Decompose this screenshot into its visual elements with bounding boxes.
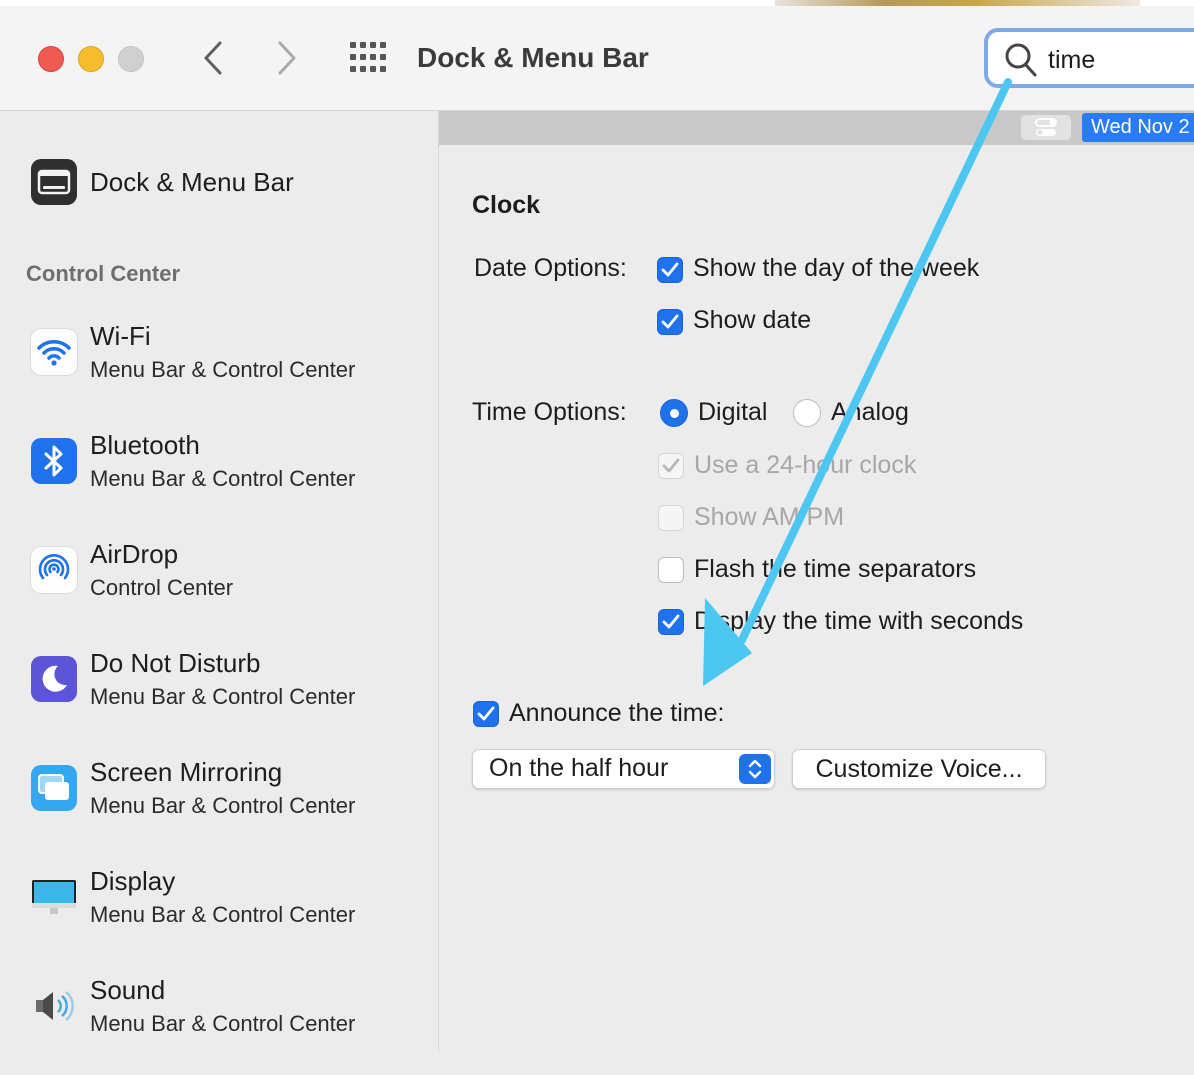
customize-voice-button[interactable]: Customize Voice...	[792, 749, 1046, 789]
checkmark-icon	[662, 458, 680, 473]
back-button[interactable]	[196, 38, 230, 78]
sidebar-item-sound[interactable]: Sound Menu Bar & Control Center	[0, 975, 438, 1075]
search-input[interactable]	[1048, 45, 1194, 75]
screen-mirroring-icon	[31, 765, 77, 811]
speaker-icon	[31, 983, 77, 1029]
sidebar-item-bluetooth[interactable]: Bluetooth Menu Bar & Control Center	[0, 430, 438, 530]
menu-bar-clock-preview: Wed Nov 2	[1082, 113, 1194, 142]
sidebar-item-title: Sound	[90, 975, 166, 1005]
sidebar-item-title: Screen Mirroring	[90, 757, 283, 787]
sidebar-item-subtitle: Menu Bar & Control Center	[90, 793, 356, 818]
control-center-icon	[1021, 115, 1071, 140]
digital-radio[interactable]	[660, 399, 688, 427]
sidebar-section-label: Control Center	[26, 261, 180, 286]
checkmark-icon	[477, 706, 495, 721]
search-icon	[1005, 43, 1037, 77]
sidebar-item-do-not-disturb[interactable]: Do Not Disturb Menu Bar & Control Center	[0, 648, 438, 748]
use-24-hour-label: Use a 24-hour clock	[694, 451, 917, 479]
airdrop-icon	[31, 547, 77, 593]
announce-time-label: Announce the time:	[509, 699, 725, 727]
chevron-right-icon	[278, 41, 296, 75]
sidebar-item-subtitle: Menu Bar & Control Center	[90, 357, 356, 382]
sidebar-item-display[interactable]: Display Menu Bar & Control Center	[0, 866, 438, 966]
checkmark-icon	[661, 314, 679, 329]
popup-stepper-icon	[739, 754, 771, 784]
title-bar: Dock & Menu Bar	[0, 0, 1194, 111]
sidebar-item-wifi[interactable]: Wi-Fi Menu Bar & Control Center	[0, 321, 438, 421]
show-day-of-week-label: Show the day of the week	[693, 254, 980, 282]
date-options-label: Date Options:	[474, 254, 627, 282]
sidebar-item-airdrop[interactable]: AirDrop Control Center	[0, 539, 438, 639]
sidebar-item-subtitle: Menu Bar & Control Center	[90, 902, 356, 927]
sidebar: Dock & Menu Bar Control Center Wi-Fi Men…	[0, 111, 439, 1052]
sidebar-item-dock-menubar[interactable]: Dock & Menu Bar	[0, 151, 438, 251]
checkmark-icon	[662, 614, 680, 629]
announce-interval-popup[interactable]: On the half hour	[472, 749, 775, 789]
show-ampm-label: Show AM/PM	[694, 503, 845, 531]
zoom-window-button[interactable]	[118, 46, 144, 72]
display-seconds-checkbox[interactable]	[658, 609, 684, 635]
display-icon	[31, 874, 77, 920]
announce-time-checkbox[interactable]	[473, 701, 499, 727]
sidebar-item-title: AirDrop	[90, 539, 179, 569]
flash-separators-label: Flash the time separators	[694, 555, 977, 583]
show-date-checkbox[interactable]	[657, 309, 683, 335]
forward-button[interactable]	[270, 38, 304, 78]
display-seconds-label: Display the time with seconds	[694, 607, 1024, 635]
sidebar-item-title: Display	[90, 866, 176, 896]
sidebar-item-title: Do Not Disturb	[90, 648, 261, 678]
moon-icon	[31, 656, 77, 702]
settings-pane: Wed Nov 2 Clock Date Options: Show the d…	[439, 111, 1194, 1052]
bluetooth-icon	[31, 438, 77, 484]
sidebar-item-subtitle: Menu Bar & Control Center	[90, 684, 356, 709]
show-day-of-week-checkbox[interactable]	[657, 257, 683, 283]
analog-radio[interactable]	[793, 399, 821, 427]
sidebar-item-screen-mirroring[interactable]: Screen Mirroring Menu Bar & Control Cent…	[0, 757, 438, 857]
show-ampm-checkbox[interactable]	[658, 505, 684, 531]
menu-bar-preview: Wed Nov 2	[439, 111, 1194, 145]
desktop-thumbnail	[775, 0, 1140, 6]
minimize-window-button[interactable]	[78, 46, 104, 72]
sidebar-item-title: Wi-Fi	[90, 321, 151, 351]
wifi-icon	[31, 329, 77, 375]
close-window-button[interactable]	[38, 46, 64, 72]
search-field[interactable]	[984, 28, 1194, 88]
dock-menubar-icon	[31, 159, 77, 205]
digital-label: Digital	[698, 398, 768, 426]
chevron-left-icon	[204, 41, 222, 75]
time-options-label: Time Options:	[472, 398, 627, 426]
clock-heading: Clock	[472, 191, 541, 219]
show-all-button[interactable]	[348, 40, 388, 76]
announce-interval-value: On the half hour	[489, 754, 669, 782]
grid-icon	[350, 42, 386, 72]
sidebar-item-subtitle: Menu Bar & Control Center	[90, 1011, 356, 1036]
window-title: Dock & Menu Bar	[417, 42, 649, 73]
show-date-label: Show date	[693, 306, 812, 334]
sidebar-item-subtitle: Control Center	[90, 575, 234, 600]
desktop-strip	[0, 0, 1194, 6]
analog-label: Analog	[831, 398, 909, 426]
flash-separators-checkbox[interactable]	[658, 557, 684, 583]
checkmark-icon	[661, 262, 679, 277]
sidebar-item-label: Dock & Menu Bar	[90, 167, 294, 197]
sidebar-item-title: Bluetooth	[90, 430, 200, 460]
use-24-hour-checkbox[interactable]	[658, 453, 684, 479]
sidebar-item-subtitle: Menu Bar & Control Center	[90, 466, 356, 491]
